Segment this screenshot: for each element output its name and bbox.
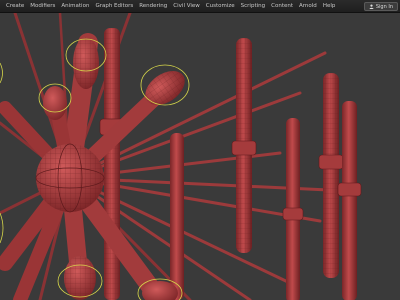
menu-customize[interactable]: Customize: [203, 0, 238, 13]
menu-arnold[interactable]: Arnold: [296, 0, 320, 13]
sign-in-button[interactable]: Sign In: [363, 2, 398, 11]
menu-graph-editors[interactable]: Graph Editors: [92, 0, 136, 13]
menu-scripting[interactable]: Scripting: [238, 0, 268, 13]
scene-render: [0, 13, 400, 300]
menu-bar: Create Modifiers Animation Graph Editors…: [0, 0, 400, 13]
menu-animation[interactable]: Animation: [58, 0, 92, 13]
menu-civil-view[interactable]: Civil View: [170, 0, 202, 13]
sign-in-label: Sign In: [375, 3, 393, 10]
user-icon: [369, 4, 374, 9]
viewport-perspective[interactable]: [0, 13, 400, 300]
menu-help[interactable]: Help: [320, 0, 339, 13]
menu-content[interactable]: Content: [268, 0, 296, 13]
menu-modifiers[interactable]: Modifiers: [27, 0, 58, 13]
menu-rendering[interactable]: Rendering: [136, 0, 170, 13]
menu-create[interactable]: Create: [3, 0, 27, 13]
app-window: Create Modifiers Animation Graph Editors…: [0, 0, 400, 300]
central-hub-sphere: [35, 143, 105, 213]
